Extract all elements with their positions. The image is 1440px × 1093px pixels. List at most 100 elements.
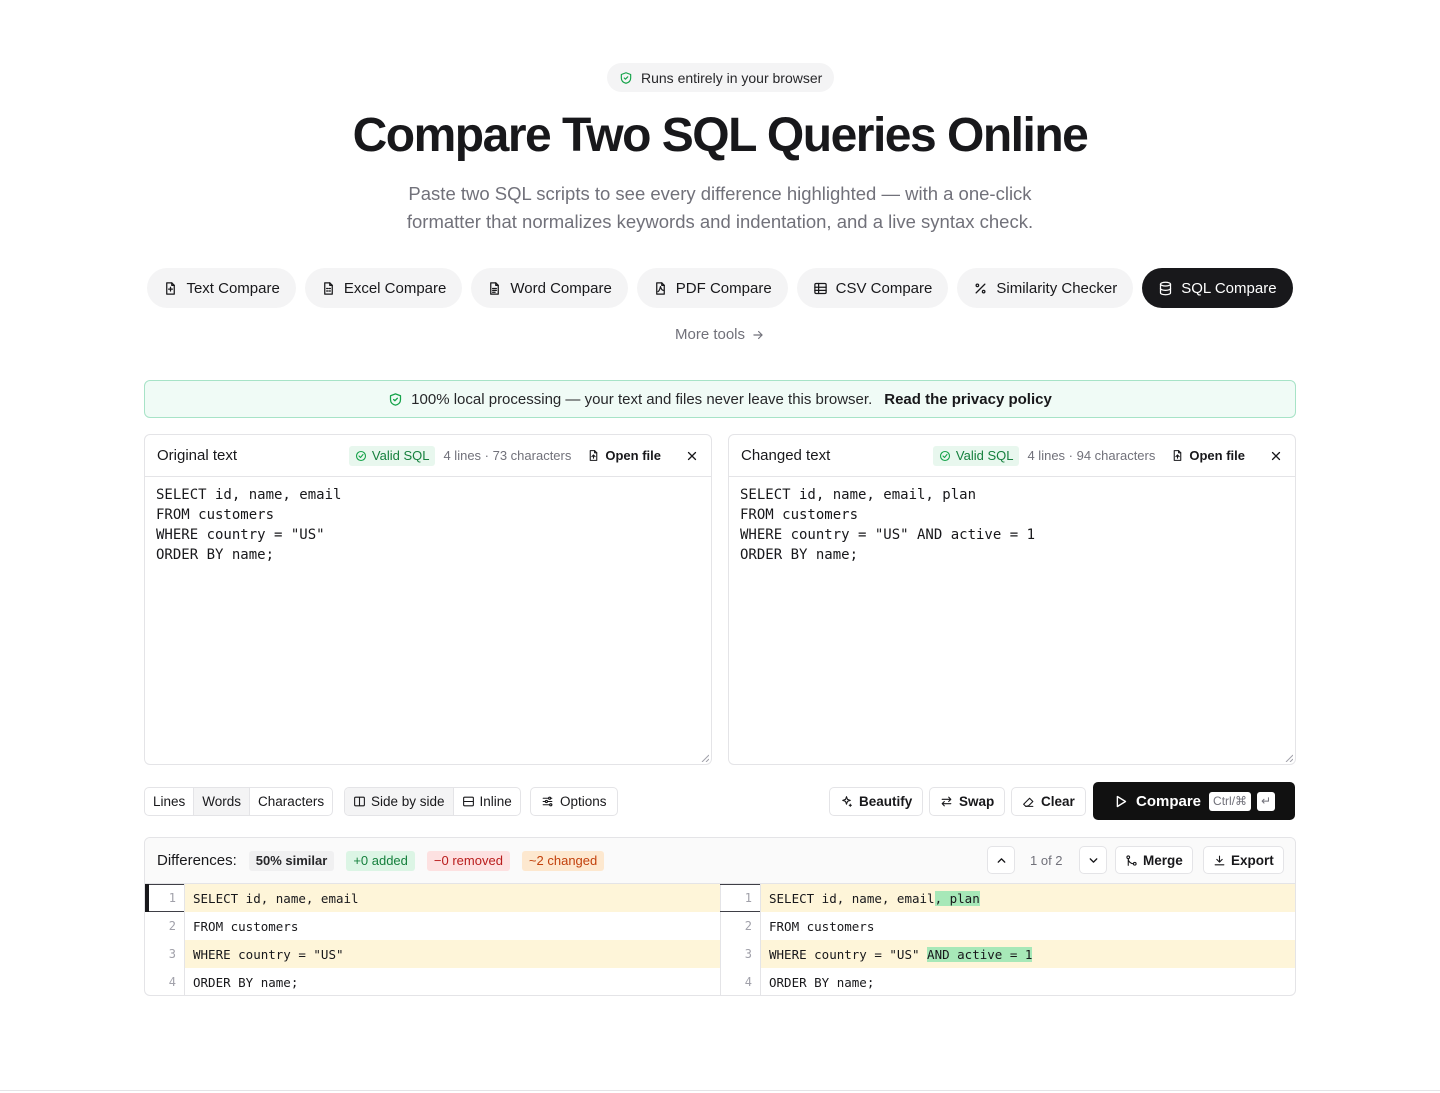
changed-count-badge: ~2 changed bbox=[521, 850, 605, 871]
line-number: 2 bbox=[721, 912, 761, 940]
export-button[interactable]: Export bbox=[1203, 846, 1284, 874]
valid-sql-badge: Valid SQL bbox=[932, 445, 1020, 466]
changed-clear-close-icon[interactable] bbox=[1269, 449, 1283, 463]
diff-row[interactable]: 3 WHERE country = "US" 3 WHERE country =… bbox=[145, 940, 1295, 968]
beautify-button[interactable]: Beautify bbox=[829, 787, 924, 816]
merge-label: Merge bbox=[1143, 852, 1183, 868]
diff-summary-bar: Differences: 50% similar +0 added −0 rem… bbox=[145, 838, 1295, 884]
line-number: 3 bbox=[721, 940, 761, 968]
line-number: 1 bbox=[145, 884, 185, 912]
changed-editor[interactable]: SELECT id, name, email, plan FROM custom… bbox=[740, 485, 1285, 754]
tab-sql-compare[interactable]: SQL Compare bbox=[1142, 268, 1293, 308]
diff-row[interactable]: 4 ORDER BY name; 4 ORDER BY name; bbox=[145, 968, 1295, 995]
database-icon bbox=[1158, 281, 1173, 296]
unchanged-segment: ORDER BY name; bbox=[769, 974, 875, 990]
changed-title: Changed text bbox=[741, 447, 831, 464]
diff-row[interactable]: 2 FROM customers 2 FROM customers bbox=[145, 912, 1295, 940]
git-merge-icon bbox=[1125, 854, 1138, 867]
play-icon bbox=[1113, 794, 1128, 809]
compare-label: Compare bbox=[1136, 792, 1202, 810]
shortcut-enter: ↵ bbox=[1257, 791, 1276, 811]
tab-label: Word Compare bbox=[510, 279, 612, 297]
privacy-policy-link[interactable]: Read the privacy policy bbox=[884, 391, 1052, 408]
arrow-right-icon bbox=[751, 328, 765, 342]
diff-row[interactable]: 1 SELECT id, name, email 1 SELECT id, na… bbox=[145, 884, 1295, 912]
download-icon bbox=[1213, 854, 1226, 867]
export-label: Export bbox=[1231, 852, 1274, 868]
diff-left-line: ORDER BY name; bbox=[193, 974, 299, 990]
line-number: 3 bbox=[145, 940, 185, 968]
more-tools-label: More tools bbox=[674, 326, 746, 343]
tab-label: CSV Compare bbox=[835, 279, 933, 297]
original-open-file-button[interactable]: Open file bbox=[587, 448, 661, 463]
tab-word-compare[interactable]: Word Compare bbox=[471, 268, 628, 308]
valid-sql-label: Valid SQL bbox=[371, 448, 430, 463]
clear-button[interactable]: Clear bbox=[1011, 787, 1086, 816]
chevron-up-icon bbox=[995, 854, 1008, 867]
view-switch: Side by side Inline bbox=[344, 787, 521, 816]
valid-sql-label: Valid SQL bbox=[955, 448, 1014, 463]
options-button[interactable]: Options bbox=[530, 787, 618, 816]
next-change-button[interactable] bbox=[1079, 846, 1107, 874]
table-icon bbox=[813, 281, 828, 296]
tab-csv-compare[interactable]: CSV Compare bbox=[796, 268, 949, 308]
original-title: Original text bbox=[157, 447, 238, 464]
chevron-down-icon bbox=[1087, 854, 1100, 867]
added-count-badge: +0 added bbox=[346, 850, 415, 871]
tab-label: Text Compare bbox=[186, 279, 280, 297]
resize-handle-icon[interactable] bbox=[701, 754, 709, 762]
diff-right-line: ORDER BY name; bbox=[761, 968, 1295, 995]
original-counts: 4 lines · 73 characters bbox=[443, 448, 572, 463]
swap-button[interactable]: Swap bbox=[929, 787, 1006, 816]
tab-similarity-checker[interactable]: Similarity Checker bbox=[957, 268, 1134, 308]
tab-excel-compare[interactable]: Excel Compare bbox=[304, 268, 463, 308]
compare-toolbar: Lines Words Characters Side by side Inli… bbox=[144, 782, 1296, 820]
tab-pdf-compare[interactable]: PDF Compare bbox=[636, 268, 788, 308]
removed-count-badge: −0 removed bbox=[426, 850, 510, 871]
merge-button[interactable]: Merge bbox=[1115, 846, 1193, 874]
view-side-by-side[interactable]: Side by side bbox=[345, 788, 454, 815]
check-circle-icon bbox=[939, 450, 951, 462]
check-circle-icon bbox=[355, 450, 367, 462]
original-editor[interactable]: SELECT id, name, email FROM customers WH… bbox=[156, 485, 701, 754]
view-side-by-side-label: Side by side bbox=[371, 794, 445, 809]
view-inline-label: Inline bbox=[479, 794, 512, 809]
tab-label: Similarity Checker bbox=[996, 279, 1118, 297]
privacy-banner: 100% local processing — your text and fi… bbox=[144, 380, 1296, 418]
unchanged-segment: SELECT id, name, email bbox=[769, 890, 935, 906]
changed-counts: 4 lines · 94 characters bbox=[1027, 448, 1156, 463]
previous-change-button[interactable] bbox=[987, 846, 1015, 874]
change-position: 1 of 2 bbox=[1030, 853, 1063, 868]
page-subtitle: Paste two SQL scripts to see every diffe… bbox=[406, 183, 1034, 232]
similarity-badge: 50% similar bbox=[248, 850, 335, 871]
line-number: 1 bbox=[721, 884, 761, 912]
resize-handle-icon[interactable] bbox=[1285, 754, 1293, 762]
percent-icon bbox=[973, 281, 988, 296]
diff-right-line: WHERE country = "US" AND active = 1 bbox=[761, 940, 1295, 968]
file-spreadsheet-icon bbox=[321, 281, 336, 296]
file-pdf-icon bbox=[653, 281, 668, 296]
diff-left-line: FROM customers bbox=[193, 918, 299, 934]
local-badge: Runs entirely in your browser bbox=[607, 63, 835, 92]
granularity-words[interactable]: Words bbox=[194, 788, 251, 815]
clear-label: Clear bbox=[1041, 794, 1075, 809]
compare-button[interactable]: Compare Ctrl/⌘ ↵ bbox=[1093, 782, 1295, 820]
diff-right-line: FROM customers bbox=[761, 912, 1295, 940]
beautify-label: Beautify bbox=[859, 794, 913, 809]
inserted-segment: AND active = 1 bbox=[927, 946, 1033, 962]
granularity-switch: Lines Words Characters bbox=[144, 787, 334, 816]
columns-icon bbox=[353, 795, 366, 808]
granularity-lines[interactable]: Lines bbox=[145, 788, 195, 815]
unchanged-segment: WHERE country = "US" bbox=[769, 946, 928, 962]
line-number: 2 bbox=[145, 912, 185, 940]
original-clear-close-icon[interactable] bbox=[685, 449, 699, 463]
tab-text-compare[interactable]: Text Compare bbox=[147, 268, 296, 308]
file-upload-icon bbox=[587, 449, 600, 462]
granularity-characters[interactable]: Characters bbox=[250, 788, 332, 815]
privacy-text: 100% local processing — your text and fi… bbox=[411, 390, 873, 408]
more-tools-link[interactable]: More tools bbox=[0, 326, 1440, 343]
view-inline[interactable]: Inline bbox=[454, 788, 520, 815]
diff-left-line: WHERE country = "US" bbox=[185, 940, 720, 968]
diff-left-line: SELECT id, name, email bbox=[185, 884, 720, 912]
changed-open-file-button[interactable]: Open file bbox=[1171, 448, 1245, 463]
